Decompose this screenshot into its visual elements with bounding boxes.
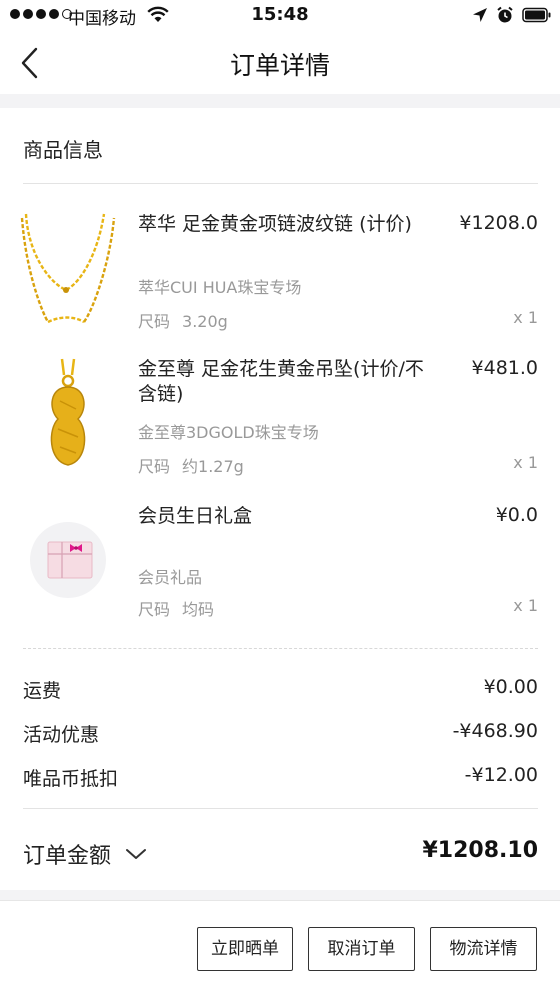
- section-separator: [0, 94, 560, 108]
- order-total-toggle[interactable]: 订单金额: [23, 838, 147, 870]
- action-footer: 立即晒单 取消订单 物流详情: [0, 900, 560, 996]
- alarm-clock-icon: [496, 6, 514, 28]
- coin-deduction-row: 唯品币抵扣 -¥12.00: [23, 764, 538, 791]
- product-price: ¥1208.0: [459, 212, 538, 234]
- share-order-button[interactable]: 立即晒单: [197, 927, 293, 971]
- order-total-amount: ¥1208.10: [422, 838, 538, 863]
- spec-value: 3.20g: [182, 312, 228, 331]
- shop-name: 会员礼品: [138, 568, 203, 587]
- fee-value: -¥12.00: [464, 764, 538, 786]
- shop-name: 金至尊3DGOLD珠宝专场: [138, 423, 319, 442]
- product-name: 金至尊 足金花生黄金吊坠(计价/不含链): [138, 358, 424, 405]
- product-item[interactable]: 金至尊 足金花生黄金吊坠(计价/不含链) ¥481.0 金至尊3DGOLD珠宝专…: [0, 357, 560, 497]
- product-price: ¥481.0: [471, 357, 538, 379]
- product-spec: 尺码 约1.27g: [138, 453, 244, 477]
- promotion-discount-row: 活动优惠 -¥468.90: [23, 720, 538, 747]
- cancel-order-button[interactable]: 取消订单: [308, 927, 415, 971]
- divider: [23, 808, 538, 809]
- product-spec: 尺码 3.20g: [138, 308, 228, 332]
- fee-value: ¥0.00: [483, 676, 538, 698]
- battery-icon: [522, 7, 552, 27]
- divider: [23, 183, 538, 184]
- product-quantity: x 1: [513, 453, 538, 472]
- product-item[interactable]: 会员生日礼盒 ¥0.0 会员礼品 尺码 均码 x 1: [0, 504, 560, 644]
- spec-label: 尺码: [138, 457, 171, 476]
- logistics-details-button[interactable]: 物流详情: [430, 927, 537, 971]
- product-quantity: x 1: [513, 596, 538, 615]
- spec-value: 约1.27g: [182, 457, 244, 476]
- product-quantity: x 1: [513, 308, 538, 327]
- product-spec: 尺码 均码: [138, 596, 214, 620]
- order-total-row[interactable]: 订单金额 ¥1208.10: [23, 838, 538, 870]
- shipping-fee-row: 运费 ¥0.00: [23, 676, 538, 703]
- dashed-divider: [23, 648, 538, 649]
- page-title: 订单详情: [229, 51, 330, 80]
- product-item[interactable]: 萃华 足金黄金项链波纹链 (计价) ¥1208.0 萃华CUI HUA珠宝专场 …: [0, 212, 560, 352]
- gold-necklace-image: [18, 212, 118, 332]
- location-arrow-icon: [472, 7, 488, 27]
- order-total-label: 订单金额: [23, 844, 112, 869]
- gold-peanut-pendant-image: [18, 357, 118, 477]
- status-bar: 中国移动 15:48: [0, 0, 560, 32]
- fee-label: 唯品币抵扣: [23, 768, 119, 790]
- chevron-down-icon: [125, 842, 147, 867]
- spec-label: 尺码: [138, 600, 171, 619]
- nav-bar: 订单详情: [0, 32, 560, 94]
- fee-label: 活动优惠: [23, 724, 100, 746]
- spec-value: 均码: [182, 600, 215, 619]
- product-name: 会员生日礼盒: [138, 505, 253, 527]
- fee-value: -¥468.90: [452, 720, 538, 742]
- section-separator: [0, 890, 560, 900]
- spec-label: 尺码: [138, 312, 171, 331]
- shop-name: 萃华CUI HUA珠宝专场: [138, 278, 302, 297]
- product-price: ¥0.0: [495, 504, 538, 526]
- product-name: 萃华 足金黄金项链波纹链 (计价): [138, 213, 412, 235]
- fee-label: 运费: [23, 680, 62, 702]
- gift-box-image: [18, 504, 118, 624]
- product-info-heading: 商品信息: [23, 138, 103, 162]
